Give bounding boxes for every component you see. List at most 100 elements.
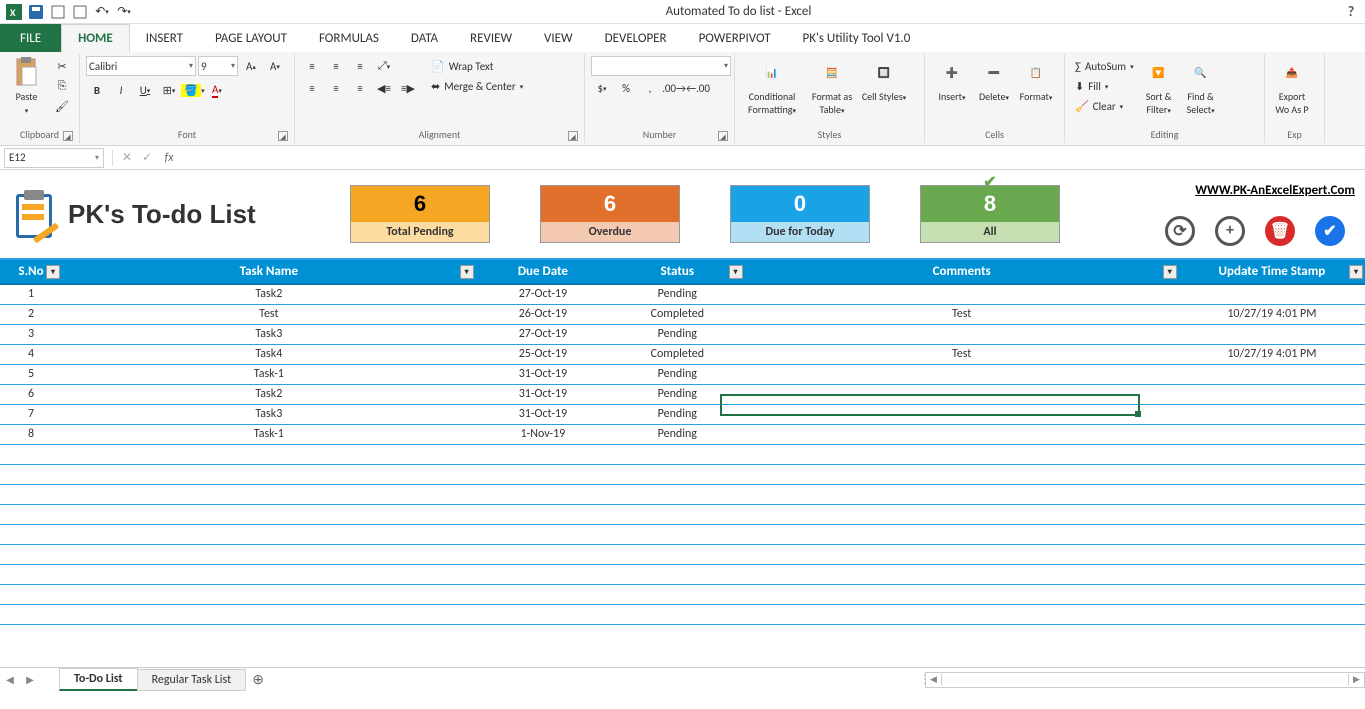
sheet-tab[interactable]: Regular Task List [137,669,247,691]
table-row[interactable]: 8Task-11-Nov-19Pending [0,424,1365,444]
conditional-formatting-button[interactable]: 📊Conditional Formatting▾ [741,56,803,116]
filter-icon[interactable]: ▾ [460,265,474,279]
decrease-font-icon[interactable]: A▾ [264,56,286,76]
worksheet[interactable]: PK's To-do List 6 Total Pending 6 Overdu… [0,170,1365,666]
increase-font-icon[interactable]: A▴ [240,56,262,76]
percent-icon[interactable]: % [615,78,637,98]
refresh-button[interactable]: ⟳ [1165,216,1195,246]
help-icon[interactable]: ? [1341,3,1361,20]
table-row[interactable] [0,544,1365,564]
table-row[interactable] [0,484,1365,504]
table-row[interactable]: 4Task425-Oct-19CompletedTest10/27/19 4:0… [0,344,1365,364]
tab-developer[interactable]: DEVELOPER [589,24,683,52]
sheet-tab-active[interactable]: To-Do List [59,668,138,691]
col-sno[interactable]: S.No▾ [0,260,62,284]
fill-color-icon[interactable]: 🪣▾ [182,80,204,100]
filter-icon[interactable]: ▾ [46,265,60,279]
undo-icon[interactable]: ↶ ▾ [92,3,112,21]
font-color-icon[interactable]: A▾ [206,80,228,100]
format-cells-button[interactable]: 📋Format▾ [1015,56,1057,103]
add-sheet-button[interactable]: ⊕ [246,671,270,688]
table-row[interactable]: 3Task327-Oct-19Pending [0,324,1365,344]
clear-button[interactable]: 🧹 Clear ▾ [1071,96,1138,116]
tab-review[interactable]: REVIEW [454,24,528,52]
cell-styles-button[interactable]: 🔲Cell Styles▾ [861,56,907,103]
redo-icon[interactable]: ↷ ▾ [114,3,134,21]
find-select-button[interactable]: 🔍Find & Select▾ [1180,56,1222,116]
tab-view[interactable]: VIEW [528,24,589,52]
kpi-total-pending[interactable]: 6 Total Pending [350,185,490,243]
table-row[interactable]: 6Task231-Oct-19Pending [0,384,1365,404]
number-format-combo[interactable]: ▾ [591,56,731,76]
bold-button[interactable]: B [86,80,108,100]
font-name-combo[interactable]: Calibri▾ [86,56,196,76]
font-size-combo[interactable]: 9▾ [198,56,238,76]
delete-cells-button[interactable]: ➖Delete▾ [973,56,1015,103]
wrap-text-button[interactable]: 📄Wrap Text [427,56,527,76]
tab-formulas[interactable]: FORMULAS [303,24,395,52]
delete-task-button[interactable]: 🗑 [1265,216,1295,246]
increase-decimal-icon[interactable]: .00→ [663,78,685,98]
insert-cells-button[interactable]: ➕Insert▾ [931,56,973,103]
tab-home[interactable]: HOME [61,24,130,52]
format-painter-icon[interactable]: 🖌 [51,96,73,116]
cut-icon[interactable]: ✂ [51,56,73,76]
add-task-button[interactable]: + [1215,216,1245,246]
table-row[interactable]: 5Task-131-Oct-19Pending [0,364,1365,384]
align-center-icon[interactable]: ≡ [325,78,347,98]
horizontal-scrollbar[interactable]: ◀▶ [925,672,1365,688]
fx-icon[interactable]: fx [157,151,181,165]
col-task[interactable]: Task Name▾ [62,260,476,284]
col-timestamp[interactable]: Update Time Stamp▾ [1179,260,1365,284]
save-icon[interactable] [26,3,46,21]
border-icon[interactable]: ⊞▾ [158,80,180,100]
sheet-nav-prev-icon[interactable]: ◀ [0,673,20,686]
tab-page-layout[interactable]: PAGE LAYOUT [199,24,303,52]
table-row[interactable] [0,564,1365,584]
table-row[interactable]: 2Test26-Oct-19CompletedTest10/27/19 4:01… [0,304,1365,324]
format-as-table-button[interactable]: 🧮Format as Table▾ [803,56,861,116]
dialog-launcher-icon[interactable]: ◢ [63,131,73,141]
sort-filter-button[interactable]: 🔽Sort & Filter▾ [1138,56,1180,116]
kpi-overdue[interactable]: 6 Overdue [540,185,680,243]
file-tab[interactable]: FILE [0,24,61,52]
table-row[interactable] [0,604,1365,624]
decrease-decimal-icon[interactable]: ←.00 [687,78,709,98]
align-right-icon[interactable]: ≡ [349,78,371,98]
table-row[interactable] [0,524,1365,544]
dialog-launcher-icon[interactable]: ◢ [568,131,578,141]
tab-pk-utility[interactable]: PK's Utility Tool V1.0 [787,24,927,52]
col-comments[interactable]: Comments▾ [745,260,1179,284]
underline-button[interactable]: U▾ [134,80,156,100]
table-row[interactable] [0,464,1365,484]
filter-icon[interactable]: ▾ [1349,265,1363,279]
table-row[interactable] [0,444,1365,464]
comma-icon[interactable]: , [639,78,661,98]
tab-powerpivot[interactable]: POWERPIVOT [683,24,787,52]
align-left-icon[interactable]: ≡ [301,78,323,98]
col-due[interactable]: Due Date [476,260,610,284]
table-row[interactable] [0,504,1365,524]
tab-data[interactable]: DATA [395,24,454,52]
merge-center-button[interactable]: ⬌Merge & Center▾ [427,76,527,96]
currency-icon[interactable]: $▾ [591,78,613,98]
export-button[interactable]: 📤Export Wo As P [1271,56,1313,116]
filter-icon[interactable]: ▾ [1163,265,1177,279]
align-top-icon[interactable]: ≡ [301,56,323,76]
kpi-all[interactable]: ✔ 8 All [920,185,1060,243]
dialog-launcher-icon[interactable]: ◢ [278,131,288,141]
kpi-due-today[interactable]: 0 Due for Today [730,185,870,243]
enter-formula-icon[interactable]: ✓ [137,150,157,165]
orientation-icon[interactable]: ⤢▾ [373,56,395,76]
copy-icon[interactable]: ⎘ [51,76,73,96]
col-status[interactable]: Status▾ [610,260,744,284]
autosum-button[interactable]: ∑ AutoSum ▾ [1071,56,1138,76]
decrease-indent-icon[interactable]: ◀≡ [373,78,395,98]
increase-indent-icon[interactable]: ≡▶ [397,78,419,98]
qat-icon[interactable] [48,3,68,21]
fill-button[interactable]: ⬇ Fill ▾ [1071,76,1138,96]
table-row[interactable]: 7Task331-Oct-19Pending [0,404,1365,424]
tab-insert[interactable]: INSERT [130,24,199,52]
paste-button[interactable]: Paste▾ [6,56,47,116]
name-box[interactable]: E12▾ [4,148,104,168]
